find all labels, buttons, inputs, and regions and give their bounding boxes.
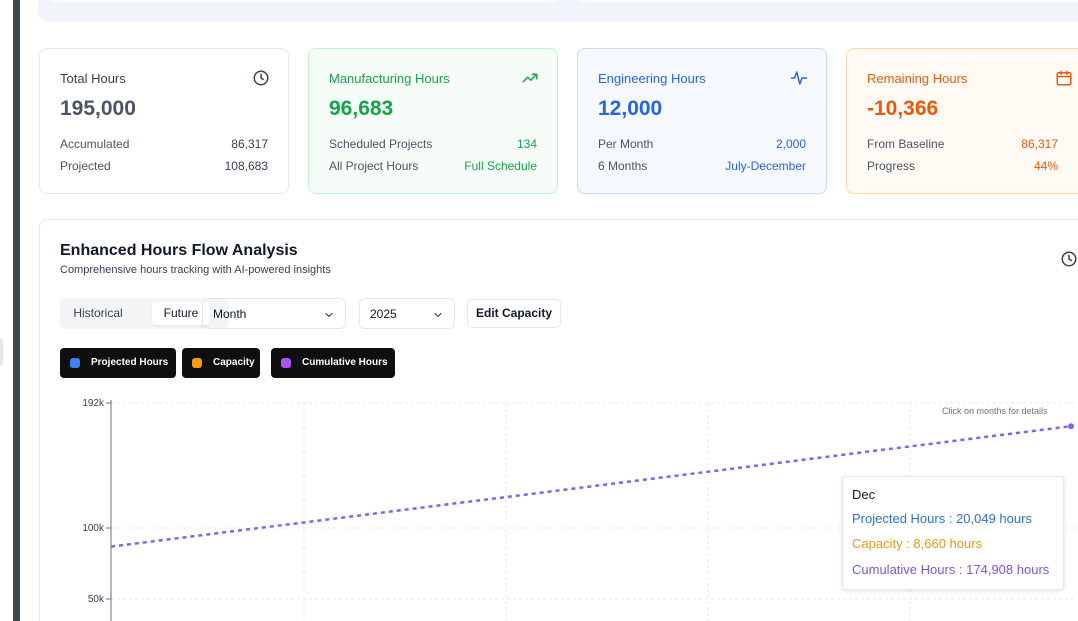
card-row: Projected 108,683 xyxy=(60,159,268,173)
tooltip-capacity: Capacity : 8,660 hours xyxy=(852,536,983,551)
top-summary-strip xyxy=(38,0,1078,22)
tooltip-cumulative: Cumulative Hours : 174,908 hours xyxy=(852,562,1050,577)
card-title: Total Hours xyxy=(60,71,126,86)
engineering-hours-card: Engineering Hours 12,000 Per Month 2,000 … xyxy=(577,48,827,194)
row-value: Full Schedule xyxy=(464,159,537,173)
sidebar-collapse-handle[interactable] xyxy=(0,338,3,366)
tooltip-month: Dec xyxy=(852,487,876,502)
row-value: July-December xyxy=(725,159,806,173)
row-label: Progress xyxy=(867,159,916,173)
card-value: 195,000 xyxy=(60,97,136,120)
row-value: 86,317 xyxy=(1021,137,1058,151)
row-label: All Project Hours xyxy=(329,159,419,173)
sidebar-divider xyxy=(13,0,20,621)
y-tick-label: 100k xyxy=(82,523,105,534)
row-value: 44% xyxy=(1033,159,1058,173)
card-value: 12,000 xyxy=(598,97,663,120)
card-row: Scheduled Projects 134 xyxy=(329,137,537,151)
calendar-icon xyxy=(1056,70,1072,86)
card-title: Manufacturing Hours xyxy=(329,71,450,86)
card-value: -10,366 xyxy=(867,97,939,120)
row-value: 108,683 xyxy=(224,159,268,173)
card-title: Remaining Hours xyxy=(867,71,968,86)
activity-icon xyxy=(790,71,808,85)
card-value: 96,683 xyxy=(329,97,394,120)
chart-hint: Click on months for details xyxy=(942,406,1048,416)
y-axis: 192k 100k 50k xyxy=(82,398,112,621)
row-value: 2,000 xyxy=(775,137,806,151)
trending-up-icon xyxy=(522,73,538,83)
hours-flow-panel: Enhanced Hours Flow Analysis Comprehensi… xyxy=(39,219,1078,621)
card-title: Engineering Hours xyxy=(598,71,706,86)
row-label: 6 Months xyxy=(598,159,648,173)
top-strip-card-right xyxy=(576,0,1078,2)
card-row: Accumulated 86,317 xyxy=(60,137,268,151)
card-row: From Baseline 86,317 xyxy=(867,137,1058,151)
row-label: Accumulated xyxy=(60,137,130,151)
row-value: 134 xyxy=(516,137,537,151)
row-value: 86,317 xyxy=(231,137,268,151)
remaining-hours-card: Remaining Hours -10,366 From Baseline 86,… xyxy=(846,48,1078,194)
card-row: Per Month 2,000 xyxy=(598,137,806,151)
y-tick-label: 192k xyxy=(82,398,105,409)
row-label: Scheduled Projects xyxy=(329,137,433,151)
clock-icon xyxy=(253,70,269,86)
card-row: All Project Hours Full Schedule xyxy=(329,159,537,173)
top-strip-card-left xyxy=(48,0,560,2)
row-label: Projected xyxy=(60,159,111,173)
card-row: Progress 44% xyxy=(867,159,1058,173)
tooltip-projected: Projected Hours : 20,049 hours xyxy=(852,511,1032,526)
card-row: 6 Months July-December xyxy=(598,159,806,173)
row-label: Per Month xyxy=(598,137,654,151)
row-label: From Baseline xyxy=(867,137,945,151)
manufacturing-hours-card: Manufacturing Hours 96,683 Scheduled Pro… xyxy=(308,48,558,194)
total-hours-card: Total Hours 195,000 Accumulated 86,317 Pr… xyxy=(39,48,289,194)
y-tick-label: 50k xyxy=(88,594,105,605)
cumulative-hours-point xyxy=(1068,423,1074,430)
chart-tooltip: Dec Projected Hours : 20,049 hours Capac… xyxy=(842,476,1064,590)
app-sidebar-edge xyxy=(0,0,20,621)
